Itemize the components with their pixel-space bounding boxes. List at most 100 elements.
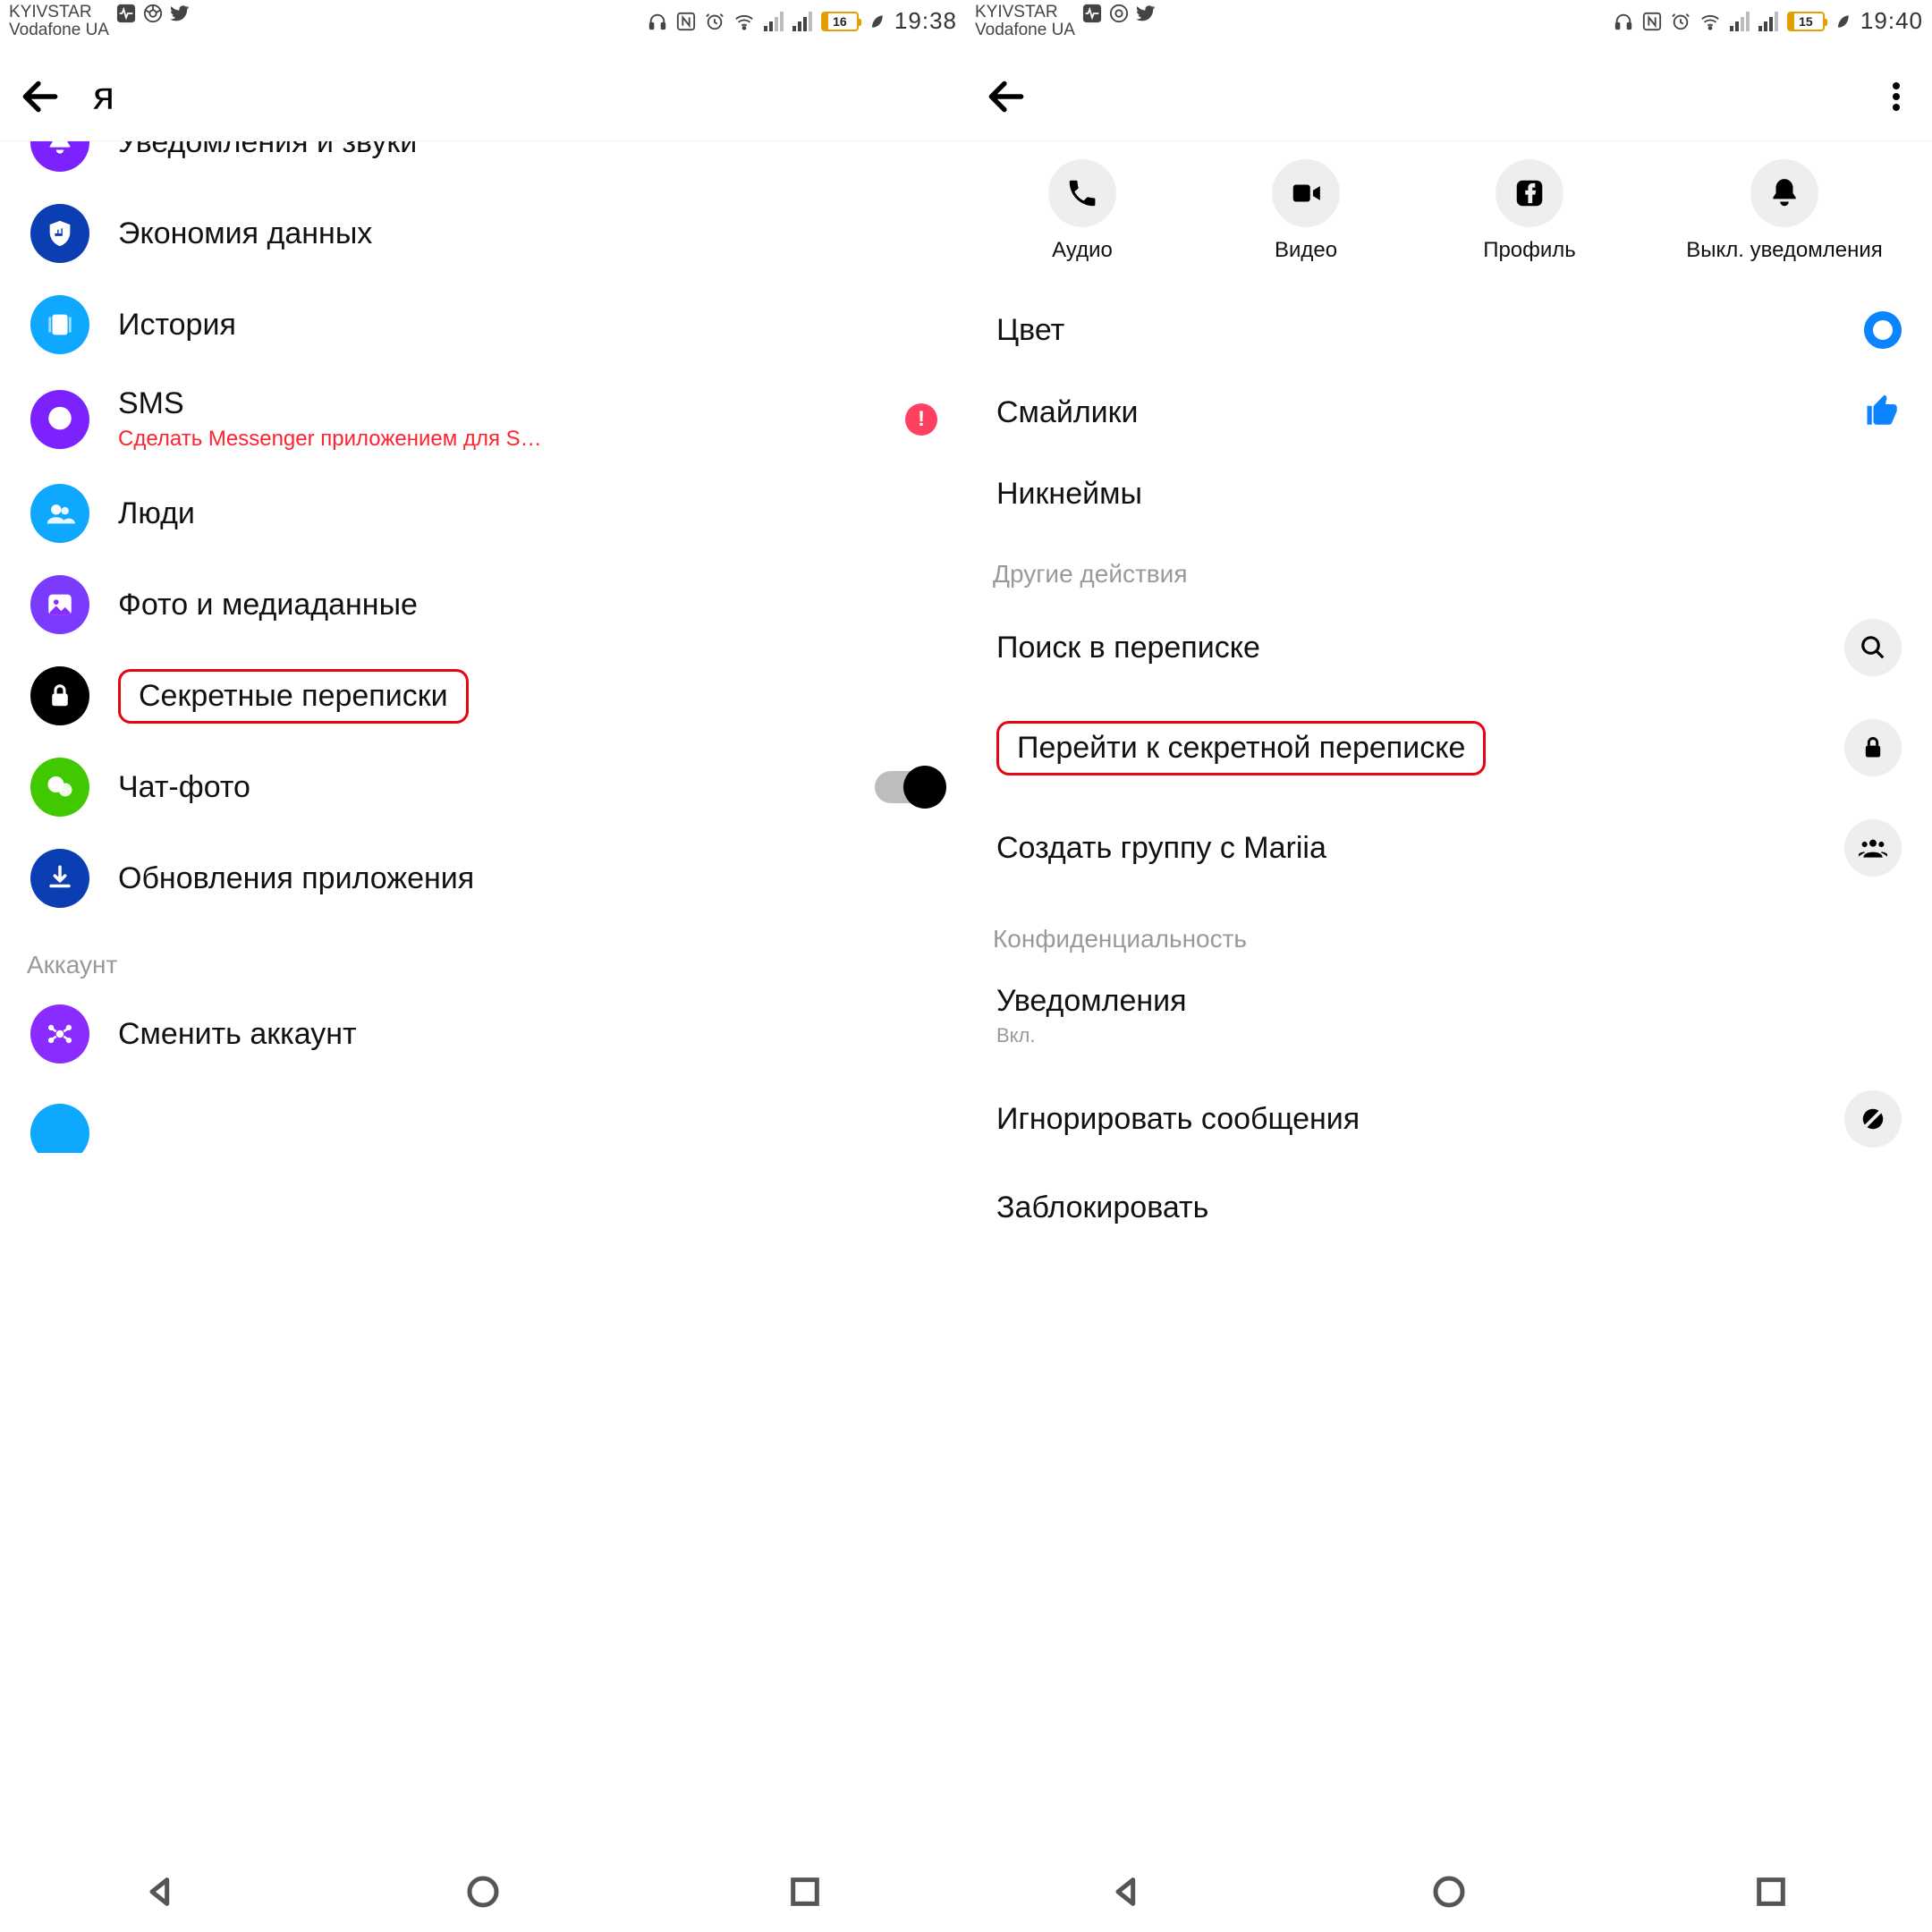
app-bar: я — [0, 52, 966, 141]
action-video[interactable]: Видео — [1239, 159, 1373, 263]
partial-icon — [30, 1104, 89, 1153]
switch-icon — [30, 1004, 89, 1063]
ignore-icon — [1844, 1090, 1902, 1148]
bell-icon — [1750, 159, 1818, 227]
heartbeat-icon — [116, 4, 136, 23]
row-notifications[interactable]: Уведомления и звуки — [0, 141, 966, 188]
download-icon — [30, 849, 89, 908]
toggle-switch[interactable] — [875, 771, 943, 803]
highlight-box: Секретные переписки — [118, 669, 469, 724]
leaf-icon — [868, 13, 886, 30]
row-chat-photo[interactable]: Чат-фото — [0, 741, 966, 833]
row-ignore[interactable]: Игнорировать сообщения — [966, 1069, 1932, 1169]
row-secret[interactable]: Перейти к секретной переписке — [966, 698, 1932, 798]
phone-icon — [1048, 159, 1116, 227]
status-bar: KYIVSTAR Vodafone UA 16 19:38 — [0, 0, 966, 52]
nfc-icon — [1642, 12, 1662, 31]
headphones-icon — [1614, 12, 1633, 31]
like-icon — [1864, 392, 1902, 434]
alert-icon: ! — [905, 403, 937, 436]
action-audio[interactable]: Аудио — [1015, 159, 1149, 263]
carrier-label: Vodafone UA — [9, 21, 109, 39]
screen-chat-settings: KYIVSTAR Vodafone UA 15 19:40 — [966, 0, 1932, 1855]
row-updates[interactable]: Обновления приложения — [0, 833, 966, 924]
nav-bars — [0, 1855, 1932, 1932]
bubbles-icon — [30, 758, 89, 817]
row-color[interactable]: Цвет — [966, 290, 1932, 370]
alarm-icon — [705, 12, 724, 31]
chrome-icon — [143, 4, 163, 23]
nav-home-icon[interactable] — [1431, 1874, 1467, 1914]
shield-icon — [30, 204, 89, 263]
battery-icon: 15 — [1787, 12, 1825, 31]
highlight-box: Перейти к секретной переписке — [996, 721, 1486, 775]
clock-label: 19:38 — [894, 7, 957, 35]
back-icon[interactable] — [18, 74, 63, 119]
page-title: я — [93, 74, 114, 119]
wifi-icon — [1699, 12, 1721, 31]
row-emoji[interactable]: Смайлики — [966, 370, 1932, 455]
section-header: Аккаунт — [0, 924, 966, 988]
section-header: Конфиденциальность — [966, 898, 1932, 962]
signal-icon — [1730, 12, 1750, 31]
clock-label: 19:40 — [1860, 7, 1923, 35]
leaf-icon — [1834, 13, 1852, 30]
signal-icon — [792, 12, 812, 31]
chat-icon — [30, 390, 89, 449]
row-group[interactable]: Создать группу с Mariia — [966, 798, 1932, 898]
lock-icon — [1844, 719, 1902, 776]
app-bar — [966, 52, 1932, 141]
heartbeat-icon — [1082, 4, 1102, 23]
twitter-icon — [1136, 4, 1156, 23]
row-notifications[interactable]: Уведомления Вкл. — [966, 962, 1932, 1069]
more-icon[interactable] — [1878, 79, 1914, 114]
row-data-saver[interactable]: Экономия данных — [0, 188, 966, 279]
nav-recent-icon[interactable] — [787, 1874, 823, 1914]
image-icon — [30, 575, 89, 634]
carrier-label: KYIVSTAR — [975, 4, 1075, 21]
options-list: Цвет Смайлики Никнеймы Другие действия П… — [966, 290, 1932, 1247]
search-icon — [1844, 619, 1902, 676]
row-switch-account[interactable]: Сменить аккаунт — [0, 988, 966, 1080]
screen-settings: KYIVSTAR Vodafone UA 16 19:38 — [0, 0, 966, 1855]
headphones-icon — [648, 12, 667, 31]
nav-home-icon[interactable] — [465, 1874, 501, 1914]
nav-recent-icon[interactable] — [1753, 1874, 1789, 1914]
row-nicknames[interactable]: Никнеймы — [966, 455, 1932, 533]
back-icon[interactable] — [984, 74, 1029, 119]
row-block[interactable]: Заблокировать — [966, 1169, 1932, 1247]
row-media[interactable]: Фото и медиаданные — [0, 559, 966, 650]
twitter-icon — [170, 4, 190, 23]
group-icon — [1844, 819, 1902, 877]
row-search[interactable]: Поиск в переписке — [966, 597, 1932, 698]
action-mute[interactable]: Выкл. уведомления — [1686, 159, 1883, 263]
row-partial[interactable] — [0, 1080, 966, 1153]
row-secret[interactable]: Секретные переписки — [0, 650, 966, 741]
color-icon — [1864, 311, 1902, 349]
action-profile[interactable]: Профиль — [1462, 159, 1597, 263]
people-icon — [30, 484, 89, 543]
signal-icon — [1758, 12, 1778, 31]
nav-back-icon[interactable] — [1109, 1874, 1145, 1914]
video-icon — [1272, 159, 1340, 227]
bell-icon — [30, 141, 89, 172]
section-header: Другие действия — [966, 533, 1932, 597]
status-bar: KYIVSTAR Vodafone UA 15 19:40 — [966, 0, 1932, 52]
chrome-icon — [1109, 4, 1129, 23]
lock-icon — [30, 666, 89, 725]
story-icon — [30, 295, 89, 354]
nfc-icon — [676, 12, 696, 31]
row-sms[interactable]: SMSСделать Messenger приложением для S… … — [0, 370, 966, 468]
wifi-icon — [733, 12, 755, 31]
alarm-icon — [1671, 12, 1690, 31]
carrier-label: Vodafone UA — [975, 21, 1075, 39]
action-row: Аудио Видео Профиль Выкл. уведомления — [966, 141, 1932, 290]
nav-back-icon[interactable] — [143, 1874, 179, 1914]
row-story[interactable]: История — [0, 279, 966, 370]
signal-icon — [764, 12, 784, 31]
row-people[interactable]: Люди — [0, 468, 966, 559]
settings-list: Уведомления и звуки Экономия данных Исто… — [0, 141, 966, 1153]
carrier-label: KYIVSTAR — [9, 4, 109, 21]
battery-icon: 16 — [821, 12, 859, 31]
facebook-icon — [1496, 159, 1563, 227]
